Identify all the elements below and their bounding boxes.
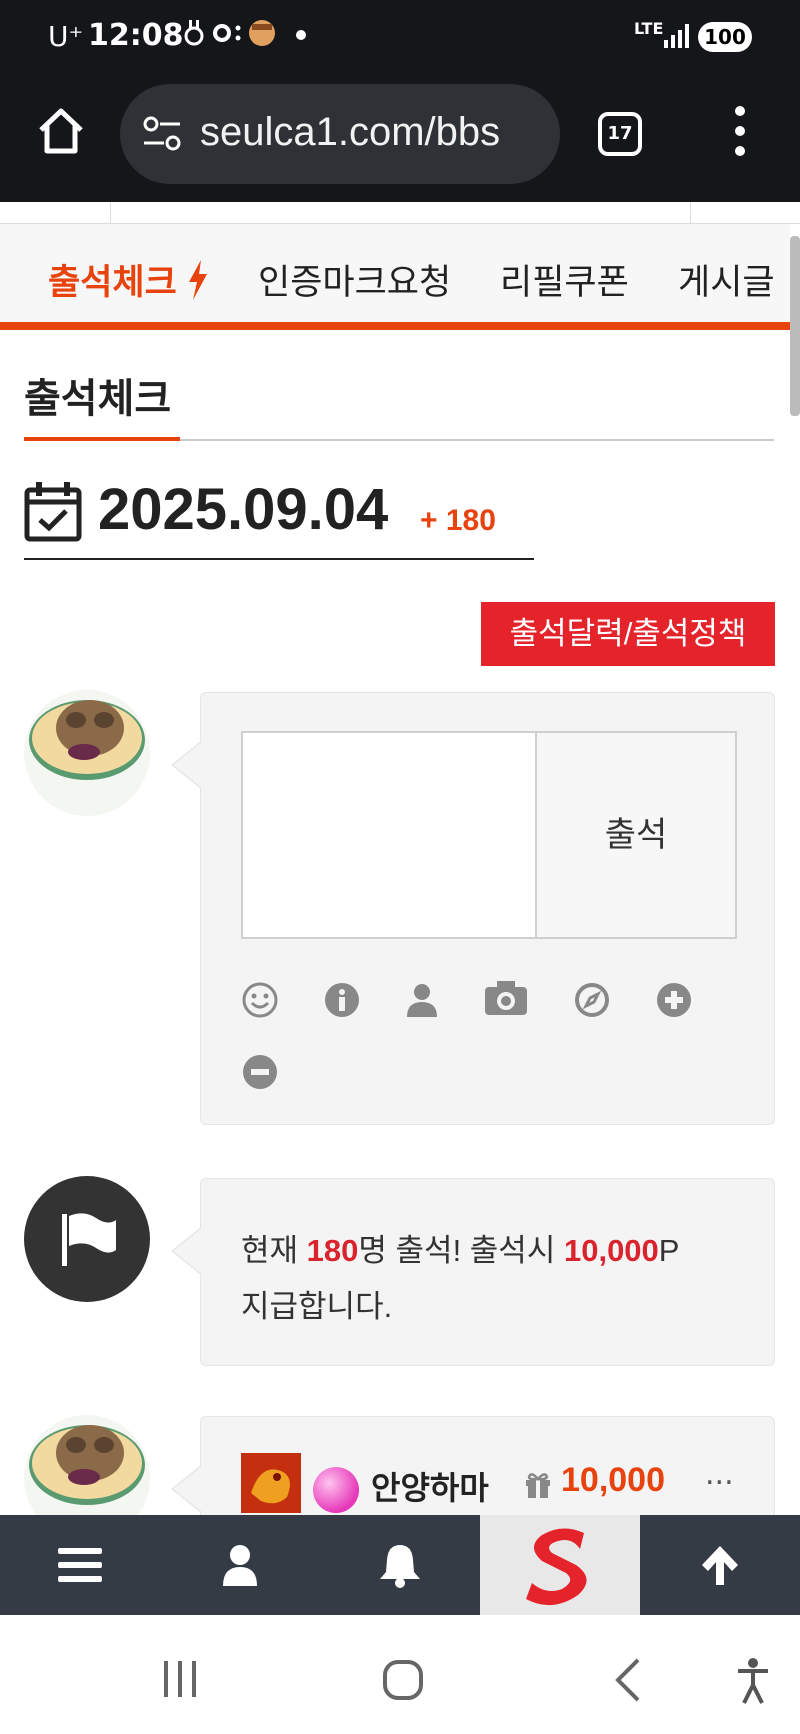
category-tabs: 출석체크 인증마크요청 리필쿠폰 게시글: [0, 224, 790, 330]
notification-icons: [182, 18, 292, 55]
tab-switcher-button[interactable]: 17: [598, 112, 642, 156]
attendance-notice-text: 현재 180명 출석! 출석시 10,000P 지급합니다.: [241, 1223, 741, 1335]
back-icon[interactable]: [612, 1657, 642, 1703]
lightning-icon: [188, 260, 207, 300]
notification-dot: [296, 30, 306, 40]
url-text[interactable]: seulca1.com/bbs: [200, 110, 500, 155]
member-grade-orb-icon: [313, 1467, 359, 1513]
attendance-count: + 180: [420, 504, 496, 537]
notice-prefix: 현재: [241, 1233, 307, 1268]
system-navigation-bar: [0, 1615, 800, 1734]
battery-icon: 100: [698, 22, 752, 52]
notice-suffix: P: [658, 1233, 680, 1268]
member-level-icon: [241, 1453, 301, 1513]
scroll-top-button[interactable]: [640, 1515, 800, 1615]
status-bar: U⁺ 12:08 LTE 100: [0, 0, 800, 76]
site-logo-icon: [526, 1528, 587, 1606]
page-top-strip: [0, 202, 800, 224]
tab-certification-request[interactable]: 인증마크요청: [258, 254, 451, 305]
recent-apps-icon[interactable]: [160, 1659, 200, 1699]
tab-attendance[interactable]: 출석체크: [48, 254, 209, 305]
browser-toolbar: seulca1.com/bbs 17: [0, 76, 800, 202]
gift-icon: [526, 1473, 550, 1498]
dragon-badge-icon: [241, 1453, 301, 1513]
tab-posts[interactable]: 게시글: [678, 254, 775, 305]
attendance-notice-card: 현재 180명 출석! 출석시 10,000P 지급합니다.: [171, 1178, 775, 1366]
clock: 12:08: [88, 18, 184, 53]
notice-line2: 지급합니다.: [241, 1289, 393, 1324]
attendance-policy-button[interactable]: 출석달력/출석정책: [481, 602, 775, 666]
lte-icon: LTE: [634, 19, 664, 38]
bell-icon: [380, 1545, 420, 1588]
comment-form-card: 출석: [171, 692, 775, 1125]
accessibility-icon[interactable]: [736, 1657, 770, 1705]
bottom-navigation: [0, 1515, 800, 1615]
home-icon[interactable]: [36, 106, 86, 156]
notice-points: 10,000: [563, 1233, 659, 1268]
scrollbar-thumb[interactable]: [790, 236, 800, 416]
arrow-up-icon: [702, 1546, 738, 1585]
site-settings-icon[interactable]: [142, 116, 182, 152]
smile-icon[interactable]: [241, 981, 279, 1019]
attend-submit-button[interactable]: 출석: [535, 731, 737, 939]
hamburger-menu-icon: [58, 1548, 102, 1582]
tab-refill-coupon[interactable]: 리필쿠폰: [500, 254, 629, 305]
address-bar[interactable]: seulca1.com/bbs: [120, 84, 560, 184]
notice-avatar: [24, 1176, 150, 1302]
calendar-check-icon: [24, 482, 82, 542]
flag-icon: [62, 1213, 116, 1266]
notification-icon-group: [184, 20, 275, 46]
member-name[interactable]: 안양하마: [371, 1463, 489, 1509]
compass-icon[interactable]: [573, 981, 611, 1019]
comment-textarea[interactable]: [241, 731, 537, 939]
plus-icon[interactable]: [655, 981, 693, 1019]
title-divider-accent: [24, 437, 180, 441]
notifications-button[interactable]: [320, 1515, 480, 1615]
notice-middle: 명 출석! 출석시: [358, 1233, 564, 1268]
cat-avatar-image: [29, 700, 145, 780]
info-icon[interactable]: [323, 981, 361, 1019]
page-title: 출석체크: [24, 376, 172, 422]
avatar: [24, 690, 150, 816]
overflow-menu-icon[interactable]: [732, 106, 748, 162]
minus-icon[interactable]: [241, 1053, 279, 1091]
site-logo-button[interactable]: [480, 1515, 640, 1615]
my-account-button[interactable]: [160, 1515, 320, 1615]
signal-icon: [664, 24, 689, 48]
tab-attendance-label: 출석체크: [48, 263, 177, 302]
date-underline: [24, 558, 534, 560]
carrier-label: U⁺: [48, 20, 84, 53]
user-icon: [223, 1545, 257, 1586]
home-nav-icon[interactable]: [382, 1659, 424, 1701]
user-icon[interactable]: [403, 981, 441, 1019]
notice-count: 180: [306, 1233, 359, 1268]
camera-icon[interactable]: [483, 979, 529, 1017]
menu-button[interactable]: [0, 1515, 160, 1615]
more-options-icon[interactable]: ...: [705, 1457, 734, 1492]
member-points: 10,000: [561, 1461, 665, 1499]
attendance-date: 2025.09.04: [98, 477, 389, 542]
